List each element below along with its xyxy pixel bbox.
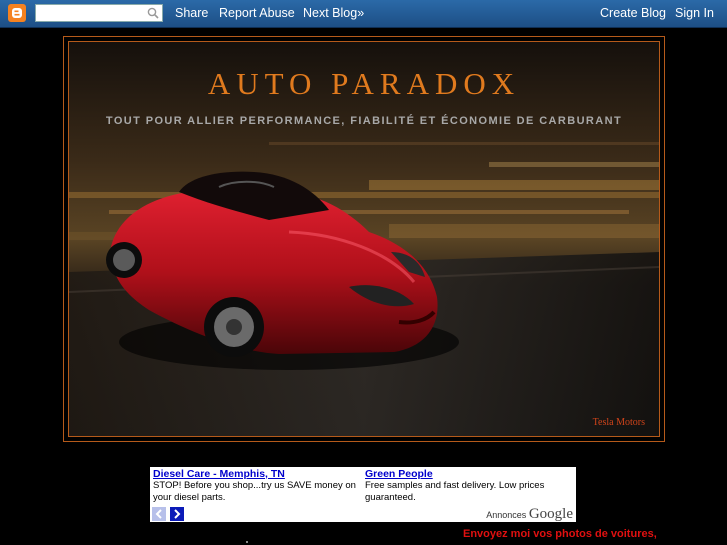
ad-title-link[interactable]: Green People xyxy=(365,468,575,480)
google-logo: Google xyxy=(528,506,573,522)
ads-by-label: Annonces xyxy=(486,510,527,520)
blogger-navbar: Share Report Abuse Next Blog» Create Blo… xyxy=(0,0,727,28)
photo-credit: Tesla Motors xyxy=(592,417,645,428)
share-link[interactable]: Share xyxy=(175,6,208,20)
ad-text: STOP! Before you shop...try us SAVE mone… xyxy=(153,480,356,503)
blog-search-box xyxy=(35,4,163,23)
adsense-block: Diesel Care - Memphis, TN STOP! Before y… xyxy=(150,467,576,522)
send-photos-text: Envoyez moi vos photos de voitures, xyxy=(463,528,657,540)
chevron-right-icon xyxy=(174,509,181,519)
blog-title[interactable]: AUTO PARADOX xyxy=(69,66,659,102)
ad-previous-button[interactable] xyxy=(152,507,166,521)
chevron-left-icon xyxy=(155,509,162,519)
ad-item: Diesel Care - Memphis, TN STOP! Before y… xyxy=(153,468,363,504)
ad-title-link[interactable]: Diesel Care - Memphis, TN xyxy=(153,468,363,480)
divider-dot xyxy=(246,541,248,543)
sign-in-link[interactable]: Sign In xyxy=(675,6,714,20)
ad-text: Free samples and fast delivery. Low pric… xyxy=(365,480,545,503)
create-blog-link[interactable]: Create Blog xyxy=(600,6,666,20)
ad-item: Green People Free samples and fast deliv… xyxy=(365,468,575,504)
ads-by-google[interactable]: Annonces Google xyxy=(486,506,573,523)
blogger-logo-icon[interactable] xyxy=(8,4,26,22)
search-icon[interactable] xyxy=(147,7,159,19)
report-abuse-link[interactable]: Report Abuse xyxy=(219,6,295,20)
blog-header: AUTO PARADOX TOUT POUR ALLIER PERFORMANC… xyxy=(68,41,660,437)
search-input[interactable] xyxy=(39,7,149,23)
next-blog-link[interactable]: Next Blog» xyxy=(303,6,364,20)
ad-next-button[interactable] xyxy=(170,507,184,521)
blog-description: TOUT POUR ALLIER PERFORMANCE, FIABILITÉ … xyxy=(105,115,623,127)
